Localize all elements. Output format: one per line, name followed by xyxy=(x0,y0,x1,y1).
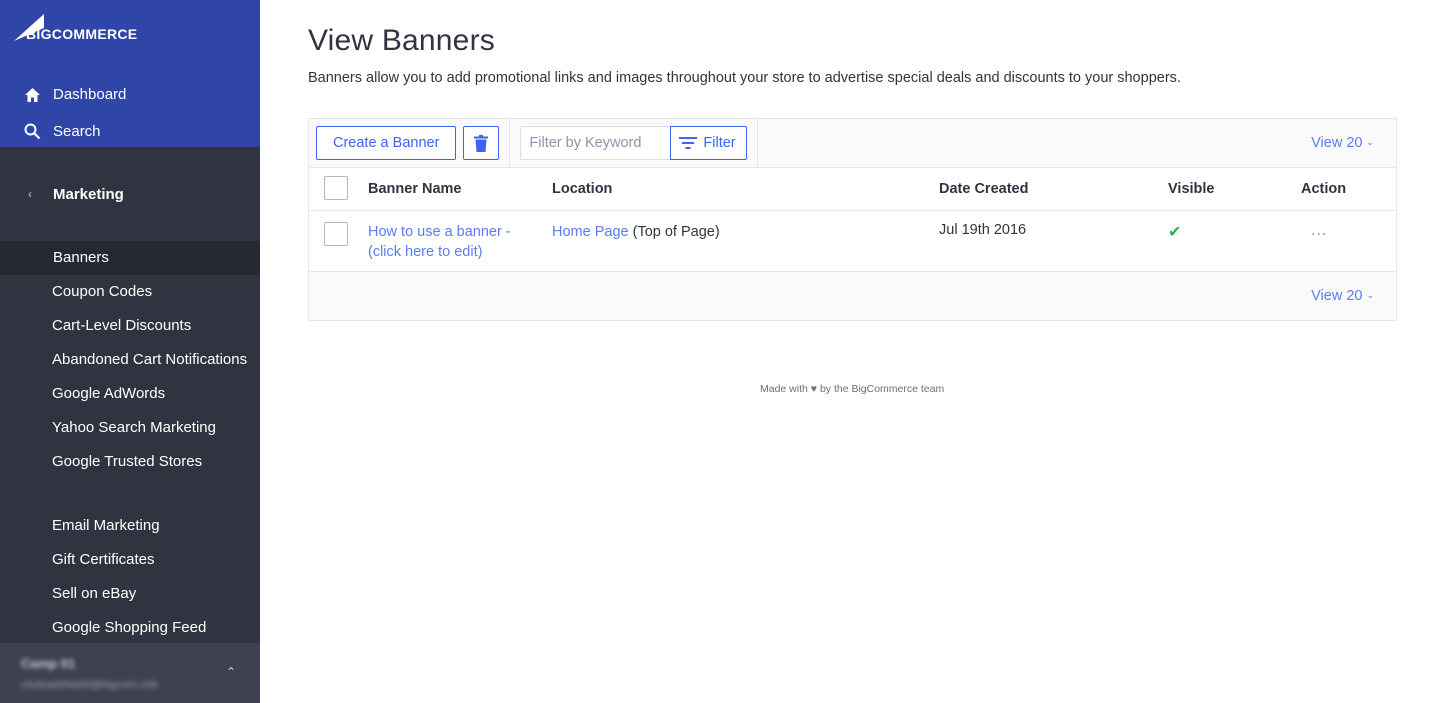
filter-button[interactable]: Filter xyxy=(670,126,747,160)
made-with-suffix: by the BigCommerce team xyxy=(819,383,945,395)
logo-text: BIGCOMMERCE xyxy=(26,26,138,42)
section-marketing-label: Marketing xyxy=(53,185,124,203)
header-location[interactable]: Location xyxy=(552,168,939,211)
heart-icon: ♥ xyxy=(810,383,818,395)
date-created-cell: Jul 19th 2016 xyxy=(939,210,1168,272)
view-count-label: View 20 xyxy=(1311,135,1363,151)
create-banner-button[interactable]: Create a Banner xyxy=(316,126,457,160)
header-select-all xyxy=(309,168,368,211)
sidebar-item-google-trusted-stores[interactable]: Google Trusted Stores xyxy=(0,445,260,479)
made-with-prefix: Made with xyxy=(760,383,808,395)
bigcommerce-logo[interactable]: BIGCOMMERCE xyxy=(14,14,260,42)
footer-view-count-label: View 20 xyxy=(1311,287,1363,304)
more-actions-icon[interactable]: ... xyxy=(1311,222,1327,239)
nav-dashboard[interactable]: Dashboard xyxy=(0,76,260,113)
chevron-up-icon[interactable]: ⌃ xyxy=(226,665,236,679)
sidebar-header: BIGCOMMERCE Dashboard Search xyxy=(0,0,260,147)
header-banner-name[interactable]: Banner Name xyxy=(368,168,552,211)
location-cell: Home Page (Top of Page) xyxy=(552,210,939,272)
sidebar: BIGCOMMERCE Dashboard Search ‹ Marketing… xyxy=(0,0,260,703)
banners-table: Banner Name Location Date Created Visibl… xyxy=(309,168,1396,272)
top-nav: Dashboard Search xyxy=(0,76,260,150)
filter-group: Filter xyxy=(520,126,747,160)
marketing-submenu: Banners Coupon Codes Cart-Level Discount… xyxy=(0,241,260,645)
filter-button-label: Filter xyxy=(703,135,736,151)
toolbar: Create a Banner Filter by Keyword Filter… xyxy=(309,119,1396,168)
toolbar-divider xyxy=(509,119,511,167)
action-cell: ... xyxy=(1301,210,1396,272)
header-visible[interactable]: Visible xyxy=(1168,168,1301,211)
location-link[interactable]: Home Page xyxy=(552,224,629,240)
page-description: Banners allow you to add promotional lin… xyxy=(308,70,1181,86)
header-action: Action xyxy=(1301,168,1396,211)
nav-search-label: Search xyxy=(53,123,101,140)
visible-cell: ✔ xyxy=(1168,210,1301,272)
main-content: View Banners Banners allow you to add pr… xyxy=(308,0,1397,321)
chevron-left-icon[interactable]: ‹ xyxy=(28,187,53,201)
sidebar-item-banners[interactable]: Banners xyxy=(0,241,260,275)
sidebar-item-coupon-codes[interactable]: Coupon Codes xyxy=(0,275,260,309)
banner-name-link[interactable]: How to use a banner - (click here to edi… xyxy=(368,222,518,262)
chevron-down-icon: ⌄ xyxy=(1366,137,1374,147)
table-footer: View 20 ⌄ xyxy=(309,272,1396,320)
filter-keyword-input[interactable] xyxy=(520,126,671,160)
sidebar-item-google-adwords[interactable]: Google AdWords xyxy=(0,377,260,411)
sidebar-item-sell-on-ebay[interactable]: Sell on eBay xyxy=(0,577,260,611)
footer-view-count-select[interactable]: View 20 ⌄ xyxy=(1311,288,1374,304)
home-icon xyxy=(25,87,40,102)
select-all-checkbox[interactable] xyxy=(324,175,348,200)
account-name: Camp 01 xyxy=(21,655,76,671)
nav-search[interactable]: Search xyxy=(0,113,260,150)
nav-dashboard-label: Dashboard xyxy=(53,86,127,103)
row-select-cell xyxy=(309,210,368,272)
trash-icon xyxy=(474,134,489,152)
row-checkbox[interactable] xyxy=(324,221,348,246)
made-with-footer: Made with ♥ by the BigCommerce team xyxy=(760,383,944,395)
sidebar-item-email-marketing[interactable]: Email Marketing xyxy=(0,509,260,543)
account-info: Camp 01 ctsdsadsfstsfd@bigcom.info xyxy=(21,656,158,691)
header-date-created[interactable]: Date Created xyxy=(939,168,1168,211)
location-suffix: (Top of Page) xyxy=(632,223,720,240)
table-row: How to use a banner - (click here to edi… xyxy=(309,210,1396,272)
account-email: ctsdsadsfstsfd@bigcom.info xyxy=(21,678,159,691)
section-marketing[interactable]: ‹ Marketing xyxy=(0,147,260,241)
account-panel[interactable]: Camp 01 ctsdsadsfstsfd@bigcom.info ⌃ xyxy=(0,643,260,703)
checkmark-icon[interactable]: ✔ xyxy=(1168,224,1181,241)
banners-panel: Create a Banner Filter by Keyword Filter… xyxy=(308,118,1397,321)
banner-name-cell: How to use a banner - (click here to edi… xyxy=(368,210,552,272)
page-title: View Banners xyxy=(308,24,495,57)
sidebar-item-google-shopping[interactable]: Google Shopping Feed xyxy=(0,611,260,645)
toolbar-divider-2 xyxy=(756,119,758,167)
sidebar-item-cart-level-discounts[interactable]: Cart-Level Discounts xyxy=(0,309,260,343)
chevron-down-icon: ⌄ xyxy=(1366,289,1374,300)
sidebar-item-gift-certificates[interactable]: Gift Certificates xyxy=(0,543,260,577)
view-count-select[interactable]: View 20 ⌄ xyxy=(1311,135,1374,151)
search-icon xyxy=(24,123,41,140)
table-header-row: Banner Name Location Date Created Visibl… xyxy=(309,168,1396,211)
sidebar-item-abandoned-cart[interactable]: Abandoned Cart Notifications xyxy=(0,343,260,377)
delete-button[interactable] xyxy=(463,126,500,160)
sidebar-item-yahoo-search[interactable]: Yahoo Search Marketing xyxy=(0,411,260,445)
filter-icon xyxy=(679,137,698,149)
submenu-spacer xyxy=(0,479,260,509)
